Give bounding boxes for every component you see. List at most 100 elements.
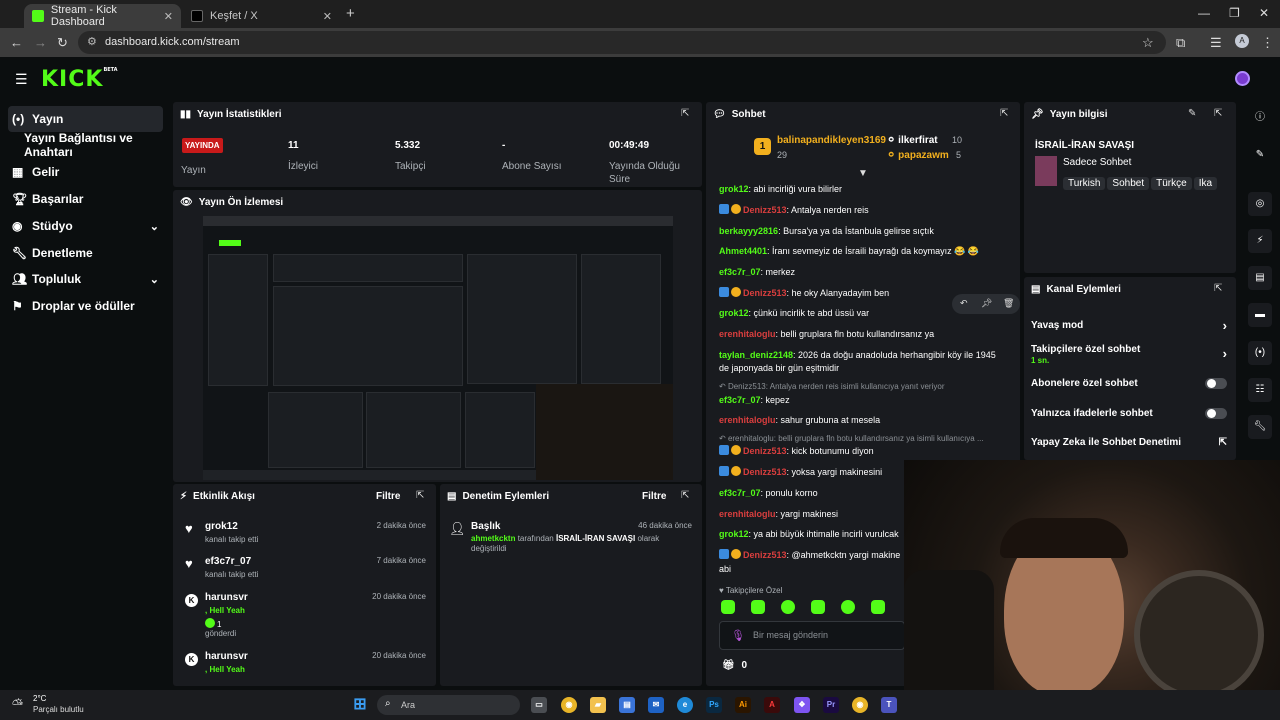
tag-chip[interactable]: Turkish <box>1063 177 1106 190</box>
windows-start-icon[interactable]: ⊞ <box>352 697 368 713</box>
forward-icon[interactable]: → <box>34 35 47 50</box>
bookmark-star-icon[interactable]: ☆ <box>1142 35 1154 51</box>
gifter2-name[interactable]: ⚪︎ ilkerfirat <box>887 135 938 146</box>
sidebar-item-stream-key[interactable]: Yayın Bağlantısı ve Anahtarı <box>8 131 163 159</box>
tag-chip[interactable]: Sohbet <box>1107 177 1150 190</box>
popout-icon[interactable]: ⇱ <box>1214 283 1222 294</box>
emotes-only-toggle[interactable] <box>1205 408 1227 419</box>
copilot-icon[interactable]: ❖ <box>794 697 810 713</box>
profile-avatar[interactable]: A <box>1235 34 1249 48</box>
followers-only-row[interactable]: Takipçilere özel sohbet 1 sn. › <box>1031 344 1231 366</box>
weather-icon[interactable]: ⛅︎ <box>12 696 23 713</box>
sidebar-item-yayin[interactable]: (•) Yayın <box>8 106 163 132</box>
chat-message: de japonyada bir gün eşitmidir <box>719 363 840 373</box>
browser-menu-icon[interactable]: ⋮ <box>1261 35 1274 51</box>
reply-icon[interactable]: ↶ <box>960 298 968 309</box>
event-feed-header: ⚡︎ Etkinlik Akışı <box>180 491 255 502</box>
hamburger-menu-icon[interactable]: ☰ <box>15 71 28 88</box>
mod-filter-button[interactable]: Filtre <box>642 491 666 502</box>
teams-icon[interactable]: T <box>881 697 897 713</box>
subscribers-only-toggle[interactable] <box>1205 378 1227 389</box>
reload-icon[interactable]: ↻ <box>57 35 68 51</box>
acrobat-icon[interactable]: A <box>764 697 780 713</box>
wrench-icon[interactable]: 🔧︎ <box>1248 415 1272 439</box>
document-icon[interactable]: ▤ <box>1248 266 1272 290</box>
wall-clock <box>1134 570 1264 700</box>
back-icon[interactable]: ← <box>10 35 23 50</box>
category-name[interactable]: Sadece Sohbet <box>1063 157 1131 168</box>
sidebar-item-denetleme[interactable]: 🔧︎ Denetleme <box>8 240 163 266</box>
task-view-icon[interactable]: ▭ <box>531 697 547 713</box>
sidebar-item-droplar[interactable]: ⚑ Droplar ve ödüller <box>8 293 163 319</box>
close-tab-icon[interactable]: ✕ <box>323 10 332 23</box>
premiere-icon[interactable]: Pr <box>823 697 839 713</box>
tag-chip[interactable]: Türkçe <box>1151 177 1192 190</box>
emote-icon[interactable] <box>781 600 795 614</box>
popout-icon[interactable]: ⇱ <box>416 490 424 501</box>
emote-bar <box>719 600 904 616</box>
chat-message: abi <box>719 564 732 574</box>
emote-icon[interactable] <box>871 600 885 614</box>
close-tab-icon[interactable]: ✕ <box>164 10 173 23</box>
minimize-icon[interactable]: — <box>1198 6 1210 20</box>
user-avatar[interactable] <box>1235 71 1250 86</box>
chrome-icon[interactable]: ◉ <box>852 697 868 713</box>
popout-icon[interactable]: ⇱ <box>681 108 689 119</box>
sidebar-item-topluluk[interactable]: 👥︎ Topluluk ⌄ <box>8 266 163 292</box>
tab-x-explore[interactable]: Keşfet / X ✕ <box>183 4 340 28</box>
illustrator-icon[interactable]: Ai <box>735 697 751 713</box>
emote-icon[interactable] <box>751 600 765 614</box>
broadcast-icon[interactable]: (•) <box>1248 341 1272 365</box>
calendar-icon[interactable]: ☷ <box>1248 378 1272 402</box>
popout-icon[interactable]: ⇱ <box>1000 108 1008 119</box>
slow-mode-row[interactable]: Yavaş mod › <box>1031 318 1231 333</box>
expand-leaderboard-icon[interactable]: ▼ <box>858 168 868 179</box>
gift-icon[interactable]: 🎁︎ <box>722 660 735 671</box>
panel-title: Kanal Eylemleri <box>1046 284 1121 295</box>
microphone-icon[interactable]: 🎙︎ <box>731 629 745 642</box>
gifter3-name[interactable]: ⚪︎ papazawm <box>887 150 949 161</box>
camera-icon[interactable]: ◎ <box>1248 192 1272 216</box>
sidebar-item-gelir[interactable]: ▦ Gelir <box>8 159 163 185</box>
delete-icon[interactable]: 🗑︎ <box>1003 298 1014 309</box>
info-icon[interactable]: ⓘ <box>1248 106 1272 130</box>
tag-chip[interactable]: Ika <box>1193 177 1218 190</box>
sidebar-item-studyo[interactable]: ◉ Stüdyo ⌄ <box>8 213 163 239</box>
close-window-icon[interactable]: ✕ <box>1259 6 1269 20</box>
store-icon[interactable]: ▤ <box>619 697 635 713</box>
taskbar-search[interactable]: ⌕ Ara <box>377 695 520 715</box>
tab-kick-dashboard[interactable]: Stream - Kick Dashboard ✕ <box>24 4 181 28</box>
mail-icon[interactable]: ✉ <box>648 697 664 713</box>
event-filter-button[interactable]: Filtre <box>376 491 400 502</box>
photoshop-icon[interactable]: Ps <box>706 697 722 713</box>
top-gifter-name[interactable]: balinapandikleyen3169 <box>777 135 886 146</box>
pin-icon[interactable]: 📌︎ <box>981 298 992 309</box>
edit-icon[interactable]: ✎ <box>1248 143 1272 167</box>
edit-icon[interactable]: ✎ <box>1188 108 1196 119</box>
emote-icon[interactable] <box>841 600 855 614</box>
top-gifter-count: 29 <box>777 150 788 160</box>
stream-title: İSRAİL-İRAN SAVAŞI <box>1035 140 1135 151</box>
chat-input[interactable]: 🎙︎ Bir mesaj gönderin <box>719 621 905 650</box>
sidebar-item-basarilar[interactable]: 🏆︎ Başarılar <box>8 186 163 212</box>
edge-icon[interactable]: e <box>677 697 693 713</box>
emote-icon[interactable] <box>721 600 735 614</box>
site-info-icon[interactable]: ⚙ <box>87 31 97 54</box>
reading-list-icon[interactable]: ☰ <box>1210 35 1222 51</box>
ai-moderation-row[interactable]: Yapay Zeka ile Sohbet Denetimi ⇱ <box>1031 437 1231 448</box>
url-input[interactable]: ⚙ dashboard.kick.com/stream <box>78 31 1166 54</box>
emote-icon[interactable] <box>811 600 825 614</box>
new-tab-icon[interactable]: + <box>346 5 355 22</box>
tab-title: Keşfet / X <box>210 10 258 22</box>
chat-icon[interactable]: ▬ <box>1248 303 1272 327</box>
maximize-icon[interactable]: ❐ <box>1229 6 1240 20</box>
stream-preview-video[interactable] <box>203 216 673 480</box>
extensions-icon[interactable]: ⧉ <box>1176 35 1185 51</box>
external-link-icon: ⇱ <box>1218 437 1227 448</box>
popout-icon[interactable]: ⇱ <box>1214 108 1222 119</box>
chrome-icon[interactable]: ◉ <box>561 697 577 713</box>
popout-icon[interactable]: ⇱ <box>681 490 689 501</box>
file-explorer-icon[interactable]: ▰ <box>590 697 606 713</box>
kick-logo[interactable]: KICKBETA <box>41 67 118 92</box>
bolt-icon[interactable]: ⚡︎ <box>1248 229 1272 253</box>
